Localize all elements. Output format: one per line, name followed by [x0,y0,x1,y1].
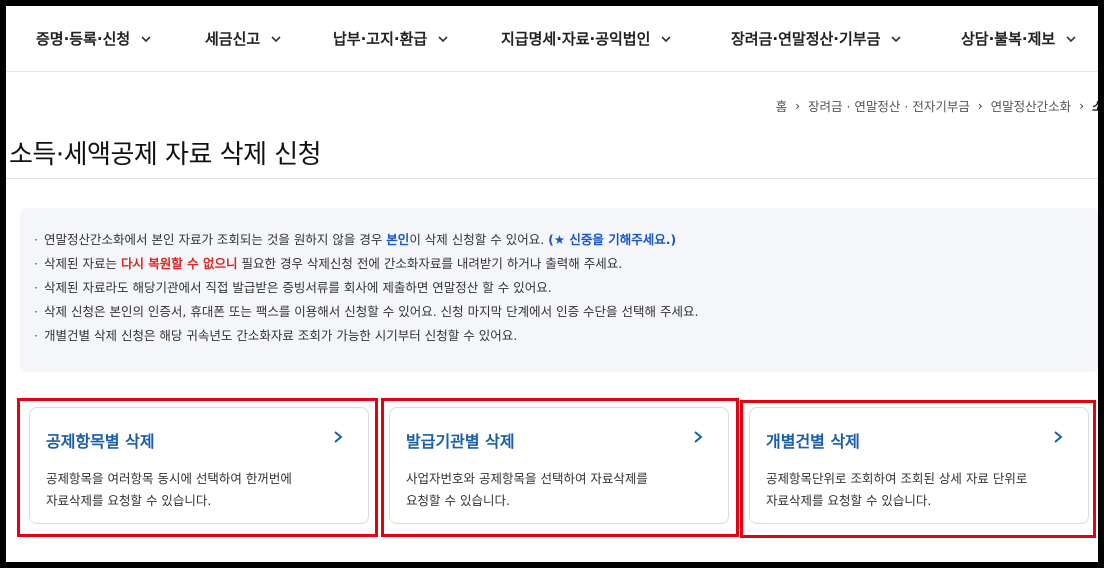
chevron-down-icon [271,35,281,42]
card-description-line: 자료삭제를 요청할 수 있습니다. [766,493,932,508]
notice-caution: (★ 신중을 기해주세요.) [548,232,677,247]
notice-text: 이 삭제 신청할 수 있어요. [409,232,549,247]
chevron-right-icon: › [977,98,983,113]
breadcrumb-simplified[interactable]: 연말정산간소화 [991,96,1072,115]
nav-item-label: 장려금·연말정산·기부금 [731,30,881,48]
breadcrumb-home[interactable]: 홈 [776,96,788,115]
nav-item-payment[interactable]: 납부·고지·환급 [333,28,449,49]
breadcrumb-year-end[interactable]: 장려금 · 연말정산 · 전자기부금 [808,96,970,115]
card-description: 공제항목을 여러항목 동시에 선택하여 한꺼번에 자료삭제를 요청할 수 있습니… [46,468,346,512]
chevron-down-icon [141,35,151,42]
chevron-right-icon [1054,431,1063,443]
notice-item: 연말정산간소화에서 본인 자료가 조회되는 것을 원하지 않을 경우 본인이 삭… [34,228,698,252]
page-title: 소득·세액공제 자료 삭제 신청 [9,140,322,170]
notice-text: 필요한 경우 삭제신청 전에 간소화자료를 내려받기 하거나 출력해 주세요. [237,256,623,271]
card-description-line: 공제항목을 여러항목 동시에 선택하여 한꺼번에 [46,471,292,486]
card-title: 공제항목별 삭제 [46,432,155,451]
nav-item-certificate[interactable]: 증명·등록·신청 [36,28,152,49]
card-description-line: 자료삭제를 요청할 수 있습니다. [46,493,212,508]
notice-item: 삭제된 자료는 다시 복원할 수 없으니 필요한 경우 삭제신청 전에 간소화자… [34,252,698,276]
chevron-down-icon [1066,35,1076,42]
notice-text: 삭제된 자료는 [44,256,121,271]
chevron-down-icon [891,35,901,42]
nav-item-tax-report[interactable]: 세금신고 [205,28,282,49]
card-title: 개별건별 삭제 [766,432,860,451]
card-description: 공제항목단위로 조회하여 조회된 상세 자료 단위로 자료삭제를 요청할 수 있… [766,468,1066,512]
nav-item-label: 증명·등록·신청 [36,30,131,48]
breadcrumb-current: 소 [1092,99,1098,114]
notice-emphasis: 본인 [386,232,410,247]
card-description-line: 요청할 수 있습니다. [406,493,510,508]
chevron-down-icon [438,35,448,42]
notice-box: 연말정산간소화에서 본인 자료가 조회되는 것을 원하지 않을 경우 본인이 삭… [20,208,1098,372]
chevron-right-icon [334,431,343,443]
nav-item-label: 세금신고 [205,30,261,48]
chevron-down-icon [661,35,671,42]
nav-item-consulting[interactable]: 상담·불복·제보 [961,28,1077,49]
delete-by-deduction-card[interactable]: 공제항목별 삭제 공제항목을 여러항목 동시에 선택하여 한꺼번에 자료삭제를 … [29,407,369,524]
card-description-line: 공제항목단위로 조회하여 조회된 상세 자료 단위로 [766,471,1028,486]
delete-by-item-card[interactable]: 개별건별 삭제 공제항목단위로 조회하여 조회된 상세 자료 단위로 자료삭제를… [749,407,1089,524]
nav-item-label: 상담·불복·제보 [961,30,1056,48]
notice-item: 개별건별 삭제 신청은 해당 귀속년도 간소화자료 조회가 가능한 시기부터 신… [34,324,698,348]
card-description: 사업자번호와 공제항목을 선택하여 자료삭제를 요청할 수 있습니다. [406,468,706,512]
delete-by-issuer-card[interactable]: 발급기관별 삭제 사업자번호와 공제항목을 선택하여 자료삭제를 요청할 수 있… [389,407,729,524]
notice-warning: 다시 복원할 수 없으니 [120,256,238,271]
nav-item-statements[interactable]: 지급명세·자료·공익법인 [501,28,672,49]
top-navigation: 증명·등록·신청 세금신고 납부·고지·환급 지급명세·자료·공익법인 장려금·… [6,6,1098,72]
card-description-line: 사업자번호와 공제항목을 선택하여 자료삭제를 [406,471,648,486]
notice-item: 삭제된 자료라도 해당기관에서 직접 발급받은 증빙서류를 회사에 제출하면 연… [34,276,698,300]
nav-item-label: 지급명세·자료·공익법인 [501,30,651,48]
card-title: 발급기관별 삭제 [406,432,515,451]
chevron-right-icon: › [1079,98,1084,113]
breadcrumb: 홈 › 장려금 · 연말정산 · 전자기부금 › 연말정산간소화 › 소 [776,96,1098,115]
chevron-right-icon [694,431,703,443]
title-divider [6,178,1098,179]
chevron-right-icon: › [795,98,801,113]
notice-text: 연말정산간소화에서 본인 자료가 조회되는 것을 원하지 않을 경우 [44,232,387,247]
nav-item-year-end[interactable]: 장려금·연말정산·기부금 [731,28,902,49]
notice-item: 삭제 신청은 본인의 인증서, 휴대폰 또는 팩스를 이용해서 신청할 수 있어… [34,300,698,324]
page-frame: 증명·등록·신청 세금신고 납부·고지·환급 지급명세·자료·공익법인 장려금·… [6,6,1098,562]
nav-item-label: 납부·고지·환급 [333,30,428,48]
notice-list: 연말정산간소화에서 본인 자료가 조회되는 것을 원하지 않을 경우 본인이 삭… [34,228,698,348]
